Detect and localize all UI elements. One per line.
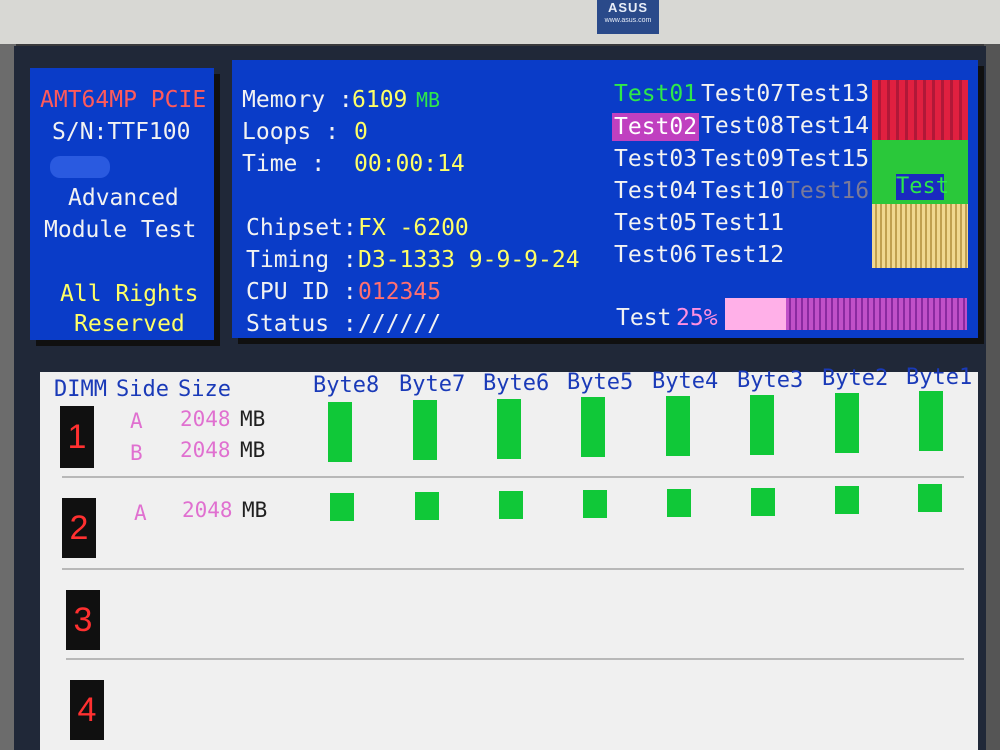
test-item: Test11 [701, 210, 785, 236]
dimm2-unit-a: MB [242, 498, 268, 522]
header-byte7: Byte7 [399, 372, 466, 397]
product-name: AMT64MP PCIE [40, 87, 207, 113]
header-byte3: Byte3 [737, 368, 804, 393]
byte-bar [750, 395, 774, 455]
dimm-number-4: 4 [70, 680, 104, 740]
byte-bar [328, 402, 352, 462]
header-byte5: Byte5 [567, 370, 634, 395]
rights-label: All Rights [60, 281, 199, 307]
chipset-value: FX -6200 [358, 215, 469, 241]
dimm-number-3: 3 [66, 590, 100, 650]
timing-label: Timing : [246, 247, 357, 273]
header-dimm: DIMM [54, 377, 107, 402]
byte-bar [666, 396, 690, 456]
dimm1-side-a: A [130, 409, 143, 433]
memory-label: Memory : [242, 87, 353, 113]
indicator-red-block [872, 80, 968, 140]
header-byte2: Byte2 [822, 366, 889, 391]
cpuid-value: 012345 [358, 279, 442, 305]
header-byte4: Byte4 [652, 369, 719, 394]
test-item: Test13 [786, 81, 870, 107]
time-label: Time : [242, 151, 326, 177]
byte-bar [499, 491, 523, 519]
byte-bar [835, 486, 859, 514]
byte-bar [919, 391, 943, 451]
reserved-label: Reserved [74, 311, 185, 337]
test-item: Test08 [701, 113, 785, 139]
dimm-number-2: 2 [62, 498, 96, 558]
dimm2-side-a: A [134, 501, 147, 525]
header-byte1: Byte1 [906, 365, 973, 390]
byte-bar [497, 399, 521, 459]
header-byte6: Byte6 [483, 371, 550, 396]
redacted-mark [50, 156, 110, 178]
test-item: Test15 [786, 146, 870, 172]
progress-percent: 25% [676, 305, 718, 331]
byte-bar [918, 484, 942, 512]
status-label: Status : [246, 311, 357, 337]
row-separator [62, 476, 964, 478]
time-value: 00:00:14 [354, 151, 465, 177]
test-item: Test06 [614, 242, 698, 268]
progress-label: Test [616, 305, 672, 331]
test-item: Test10 [701, 178, 785, 204]
indicator-yellow-block [872, 204, 968, 268]
status-value: ////// [358, 311, 442, 337]
monitor-bezel-top [0, 0, 1000, 44]
test-item: Test12 [701, 242, 785, 268]
dimm1-side-b: B [130, 441, 143, 465]
test-item-current: Test02 [612, 113, 700, 141]
memory-value: 6109 [352, 87, 408, 113]
dimm1-size-b: 2048 [180, 438, 231, 462]
header-size: Size [178, 377, 231, 402]
byte-bar [667, 489, 691, 517]
byte-bar [751, 488, 775, 516]
byte-bar [581, 397, 605, 457]
byte-bar [330, 493, 354, 521]
test-item: Test09 [701, 146, 785, 172]
serial-number: S/N:TTF100 [52, 119, 191, 145]
test-item: Test05 [614, 210, 698, 236]
byte-bar [583, 490, 607, 518]
product-panel: AMT64MP PCIE S/N:TTF100 Advanced Module … [30, 68, 214, 340]
row-separator [66, 658, 964, 660]
progress-bar [725, 298, 967, 330]
test-item: Test14 [786, 113, 870, 139]
indicator-test-label: Test [896, 174, 949, 200]
monitor-bezel-right [984, 44, 1000, 750]
test-item: Test01 [614, 81, 698, 107]
memory-unit: MB [416, 88, 441, 112]
module-test-label: Module Test [44, 217, 197, 243]
dimm1-unit-b: MB [240, 438, 266, 462]
header-side: Side [116, 377, 169, 402]
cpuid-label: CPU ID : [246, 279, 357, 305]
byte-bar [413, 400, 437, 460]
dimm2-size-a: 2048 [182, 498, 233, 522]
dimm1-size-a: 2048 [180, 407, 231, 431]
test-item: Test03 [614, 146, 698, 172]
header-byte8: Byte8 [313, 373, 380, 398]
loops-label: Loops : [242, 119, 339, 145]
timing-value: D3-1333 9-9-9-24 [358, 247, 580, 273]
test-item: Test07 [701, 81, 785, 107]
progress-fill [725, 298, 786, 330]
asus-logo: ASUS www.asus.com [597, 0, 659, 34]
dimm-number-1: 1 [60, 406, 94, 468]
chipset-label: Chipset: [246, 215, 357, 241]
loops-value: 0 [354, 119, 368, 145]
dimm1-unit-a: MB [240, 407, 266, 431]
byte-bar [835, 393, 859, 453]
test-item: Test04 [614, 178, 698, 204]
test-item-disabled: Test16 [786, 178, 870, 204]
advanced-label: Advanced [68, 185, 179, 211]
row-separator [62, 568, 964, 570]
byte-bar [415, 492, 439, 520]
